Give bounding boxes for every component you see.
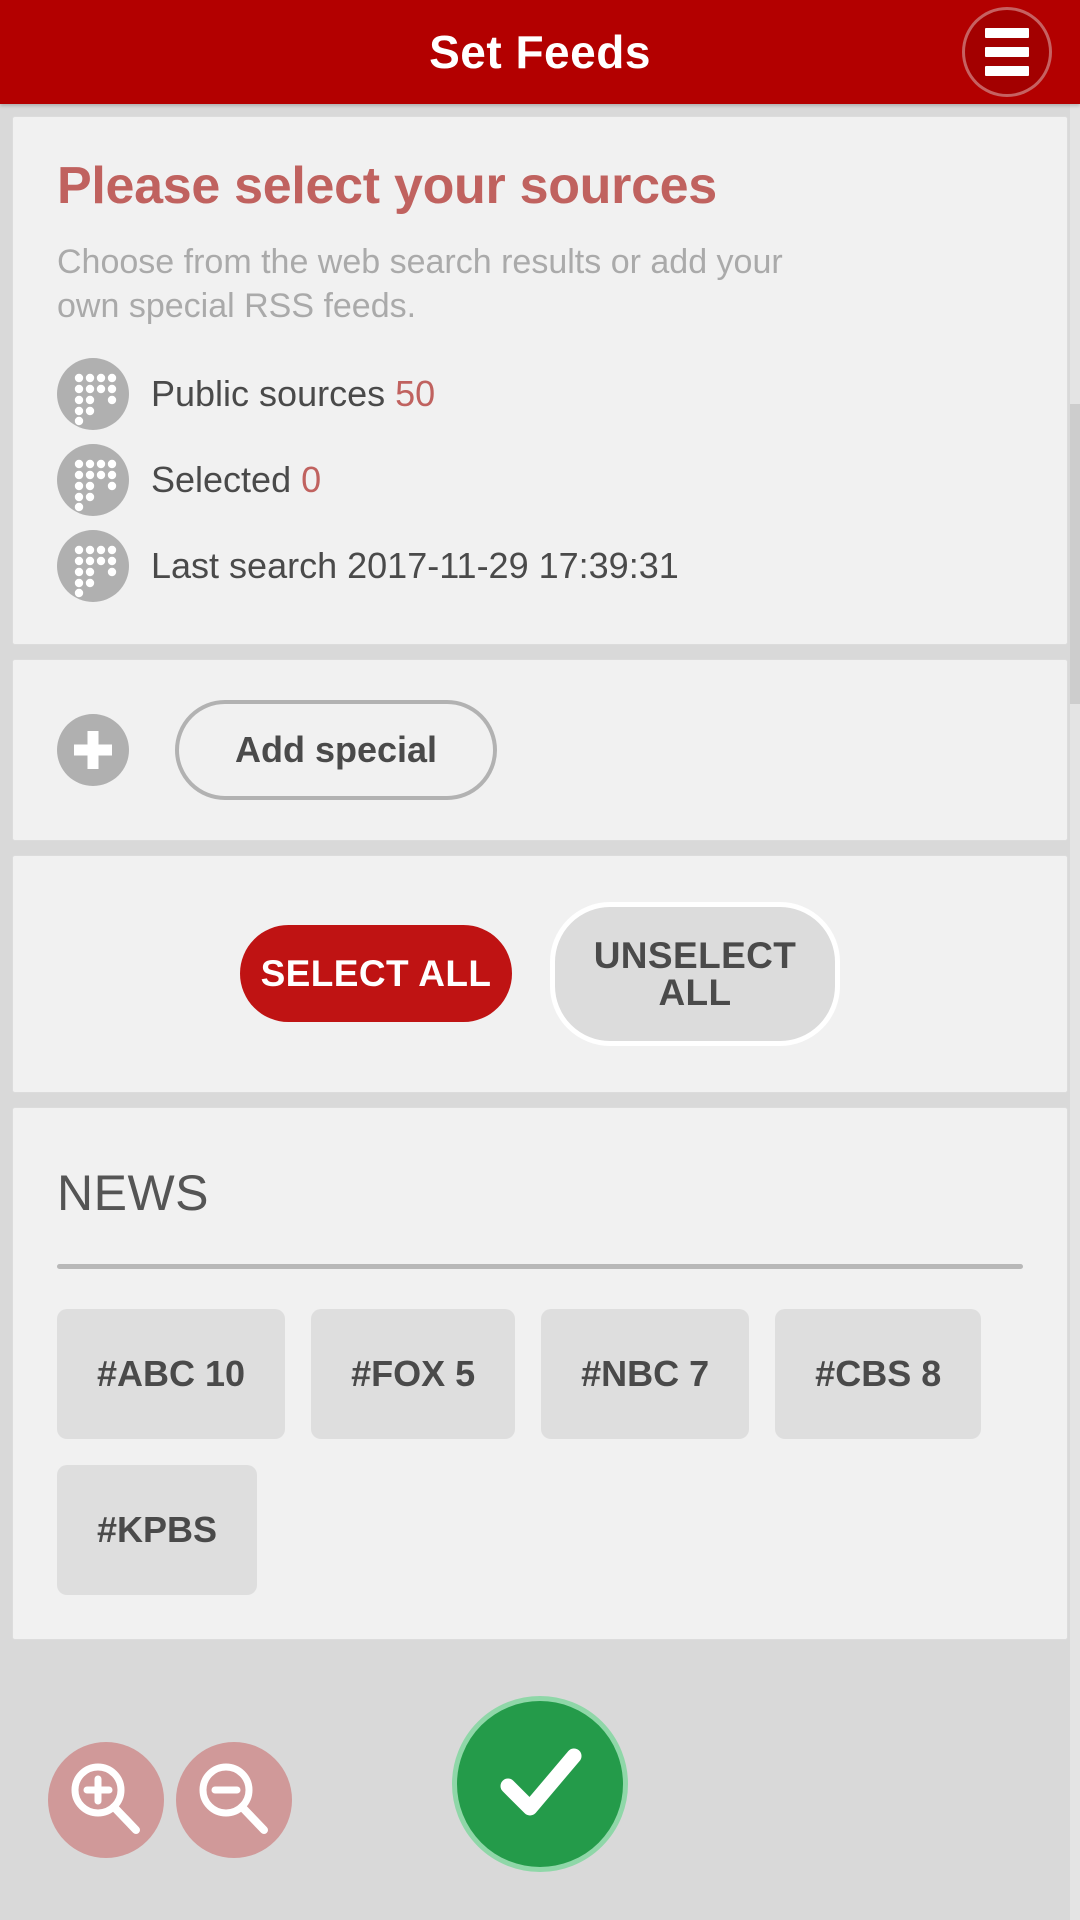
info-count-public-sources: 50 xyxy=(395,373,436,415)
confirm-fab-button[interactable] xyxy=(452,1696,628,1872)
info-row-public-sources: Public sources 50 xyxy=(57,357,1023,430)
info-text: Selected xyxy=(151,459,292,501)
info-text: Last search xyxy=(151,545,338,587)
news-chip[interactable]: #KPBS xyxy=(57,1464,258,1595)
unselect-all-button[interactable]: UNSELECT ALL xyxy=(550,901,840,1046)
info-row-selected: Selected 0 xyxy=(57,443,1023,516)
zoom-out-icon[interactable] xyxy=(176,1742,292,1858)
menu-bar-2 xyxy=(985,47,1029,57)
intro-subtext: Choose from the web search results or ad… xyxy=(57,242,783,325)
select-actions-card: SELECT ALL UNSELECT ALL xyxy=(12,854,1068,1093)
menu-bar-1 xyxy=(985,28,1029,38)
intro-card: Please select your sources Choose from t… xyxy=(12,116,1068,645)
info-row-last-search: Last search 2017-11-29 17:39:31 xyxy=(57,529,1023,602)
news-chip[interactable]: #NBC 7 xyxy=(541,1308,750,1439)
checkmark-icon xyxy=(500,1748,582,1816)
scrollbar-track[interactable] xyxy=(1070,104,1080,1920)
app-bar: Set Feeds xyxy=(0,0,1080,104)
info-label-public-sources: Public sources 50 xyxy=(151,374,435,414)
news-chip[interactable]: #CBS 8 xyxy=(775,1308,982,1439)
plus-circle-icon[interactable] xyxy=(57,713,129,786)
content-scroll-area[interactable]: Please select your sources Choose from t… xyxy=(0,104,1080,1920)
page-title: Set Feeds xyxy=(429,26,651,78)
news-section-title: NEWS xyxy=(57,1164,209,1221)
menu-bar-3 xyxy=(985,66,1029,76)
news-card: NEWS #ABC 10 #FOX 5 #NBC 7 #CBS 8 #KPBS xyxy=(12,1106,1068,1640)
info-text: Public sources xyxy=(151,373,386,415)
news-chip[interactable]: #FOX 5 xyxy=(311,1308,516,1439)
add-special-button[interactable]: Add special xyxy=(175,699,498,800)
info-label-last-search: Last search 2017-11-29 17:39:31 xyxy=(151,546,679,586)
dots-grid-icon xyxy=(57,529,129,602)
info-count-selected: 0 xyxy=(301,459,322,501)
intro-headline: Please select your sources xyxy=(57,157,717,215)
zoom-in-icon[interactable] xyxy=(48,1742,164,1858)
last-search-timestamp: 2017-11-29 17:39:31 xyxy=(347,545,679,587)
hamburger-menu-icon[interactable] xyxy=(962,7,1052,97)
select-all-button[interactable]: SELECT ALL xyxy=(240,925,512,1023)
add-special-card: Add special xyxy=(12,658,1068,841)
news-divider xyxy=(57,1263,1023,1269)
news-chip[interactable]: #ABC 10 xyxy=(57,1308,286,1439)
dots-grid-icon xyxy=(57,357,129,430)
scrollbar-thumb[interactable] xyxy=(1070,404,1080,704)
dots-grid-icon xyxy=(57,443,129,516)
info-label-selected: Selected 0 xyxy=(151,460,321,500)
news-chip-grid: #ABC 10 #FOX 5 #NBC 7 #CBS 8 #KPBS xyxy=(57,1308,1023,1595)
